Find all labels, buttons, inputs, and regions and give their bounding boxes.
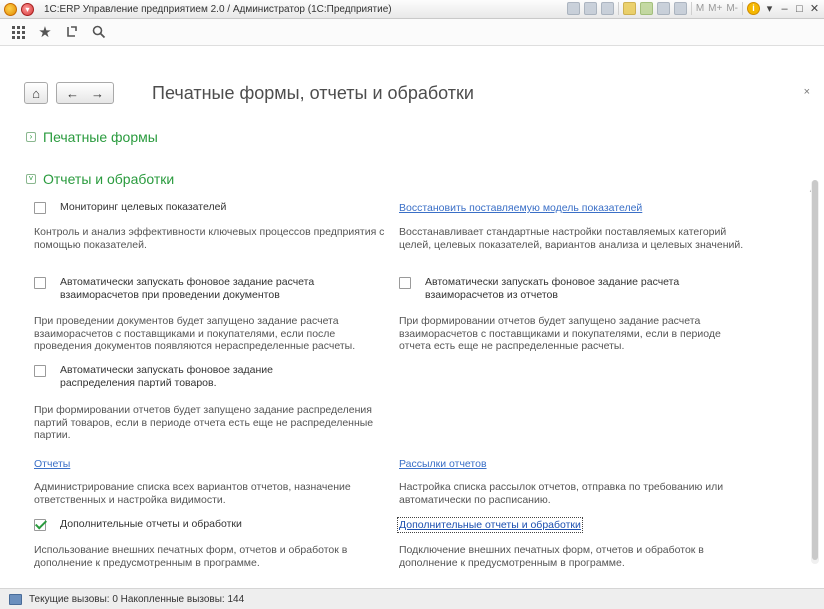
main-menu-icon[interactable]: ▾: [21, 2, 34, 16]
additional-reports-link-description: Подключение внешних печатных форм, отчет…: [399, 544, 704, 569]
monitoring-label: Мониторинг целевых показателей: [60, 201, 227, 213]
monitoring-checkbox-row[interactable]: Мониторинг целевых показателей: [34, 201, 226, 214]
form-header: ⌂ ← → Печатные формы, отчеты и обработки…: [24, 80, 814, 106]
auto-batches-row[interactable]: Автоматически запускать фоновое задание …: [34, 364, 334, 390]
status-text: Текущие вызовы: 0 Накопленные вызовы: 14…: [29, 593, 245, 605]
restore-model-link[interactable]: Восстановить поставляемую модель показат…: [399, 202, 642, 214]
auto-batches-description: При формировании отчетов будет запущено …: [34, 404, 374, 441]
window-title: 1С:ERP Управление предприятием 2.0 / Адм…: [44, 3, 392, 15]
navigation-buttons: ← →: [56, 82, 114, 104]
history-icon[interactable]: [63, 23, 81, 41]
calendar-icon[interactable]: [673, 2, 687, 15]
maximize-icon[interactable]: □: [794, 3, 805, 15]
auto-settlement-reports-checkbox[interactable]: [399, 277, 411, 289]
monitoring-description: Контроль и анализ эффективности ключевых…: [34, 226, 385, 251]
vertical-scrollbar[interactable]: [811, 180, 819, 564]
apps-grid-icon[interactable]: [9, 23, 27, 41]
memory-button[interactable]: M: [696, 3, 704, 14]
chevron-down-icon[interactable]: ▾: [764, 2, 775, 15]
search-icon[interactable]: [90, 23, 108, 41]
home-button[interactable]: ⌂: [24, 82, 48, 104]
close-window-icon[interactable]: ✕: [809, 2, 820, 15]
section-reports-label: Отчеты и обработки: [43, 171, 175, 187]
form-title: Печатные формы, отчеты и обработки: [152, 82, 474, 103]
auto-settlement-reports-row[interactable]: Автоматически запускать фоновое задание …: [399, 276, 689, 302]
chevron-down-icon: ˅: [26, 174, 36, 184]
section-reports[interactable]: ˅ Отчеты и обработки: [26, 171, 174, 187]
app-logo-icon: [4, 2, 17, 16]
auto-batches-label: Автоматически запускать фоновое задание …: [60, 364, 273, 389]
report-mailing-link[interactable]: Рассылки отчетов: [399, 458, 487, 470]
scrollbar-thumb[interactable]: [812, 180, 818, 560]
app-toolbar: ★: [0, 19, 824, 46]
monitoring-checkbox[interactable]: [34, 202, 46, 214]
window-title-bar: ▾ 1С:ERP Управление предприятием 2.0 / А…: [0, 0, 824, 19]
chevron-right-icon: ›: [26, 132, 36, 142]
toolbar-divider: [617, 2, 619, 15]
link-icon[interactable]: [639, 2, 653, 15]
auto-settlement-docs-description: При проведении документов будет запущено…: [34, 315, 356, 352]
auto-settlement-docs-label: Автоматически запускать фоновое задание …: [60, 276, 315, 301]
additional-reports-description: Использование внешних печатных форм, отч…: [34, 544, 348, 569]
report-mailing-description: Настройка списка рассылок отчетов, отпра…: [399, 481, 724, 506]
auto-settlement-docs-row[interactable]: Автоматически запускать фоновое задание …: [34, 276, 354, 302]
save-icon[interactable]: [566, 2, 580, 15]
window-toolbar: M M+ M- i ▾ – □ ✕: [566, 2, 820, 15]
section-print-forms[interactable]: › Печатные формы: [26, 129, 158, 145]
reports-description: Администрирование списка всех вариантов …: [34, 481, 351, 506]
restore-model-description: Восстанавливает стандартные настройки по…: [399, 226, 744, 251]
auto-settlement-reports-label: Автоматически запускать фоновое задание …: [425, 276, 680, 301]
performance-icon[interactable]: [9, 593, 22, 605]
favorites-icon[interactable]: [622, 2, 636, 15]
auto-settlement-reports-description: При формировании отчетов будет запущено …: [399, 315, 721, 352]
toolbar-divider: [690, 2, 692, 15]
preview-icon[interactable]: [600, 2, 614, 15]
forward-arrow-icon[interactable]: →: [91, 86, 104, 101]
home-icon: ⌂: [32, 85, 40, 101]
star-icon[interactable]: ★: [36, 23, 54, 41]
auto-batches-checkbox[interactable]: [34, 365, 46, 377]
additional-reports-label: Дополнительные отчеты и обработки: [60, 518, 242, 530]
calculator-icon[interactable]: [656, 2, 670, 15]
memory-minus-button[interactable]: M-: [726, 3, 738, 14]
back-arrow-icon[interactable]: ←: [66, 86, 79, 101]
auto-settlement-docs-checkbox[interactable]: [34, 277, 46, 289]
print-icon[interactable]: [583, 2, 597, 15]
reports-link[interactable]: Отчеты: [34, 458, 70, 470]
info-icon[interactable]: i: [747, 2, 760, 15]
section-print-forms-label: Печатные формы: [43, 129, 158, 145]
additional-reports-link[interactable]: Дополнительные отчеты и обработки: [397, 517, 583, 533]
memory-plus-button[interactable]: M+: [708, 3, 722, 14]
additional-reports-checkbox[interactable]: [34, 519, 46, 531]
additional-reports-row[interactable]: Дополнительные отчеты и обработки: [34, 518, 242, 531]
close-form-button[interactable]: ×: [804, 86, 810, 98]
status-bar: Текущие вызовы: 0 Накопленные вызовы: 14…: [0, 588, 824, 609]
minimize-icon[interactable]: –: [779, 3, 790, 15]
toolbar-divider: [742, 2, 743, 15]
